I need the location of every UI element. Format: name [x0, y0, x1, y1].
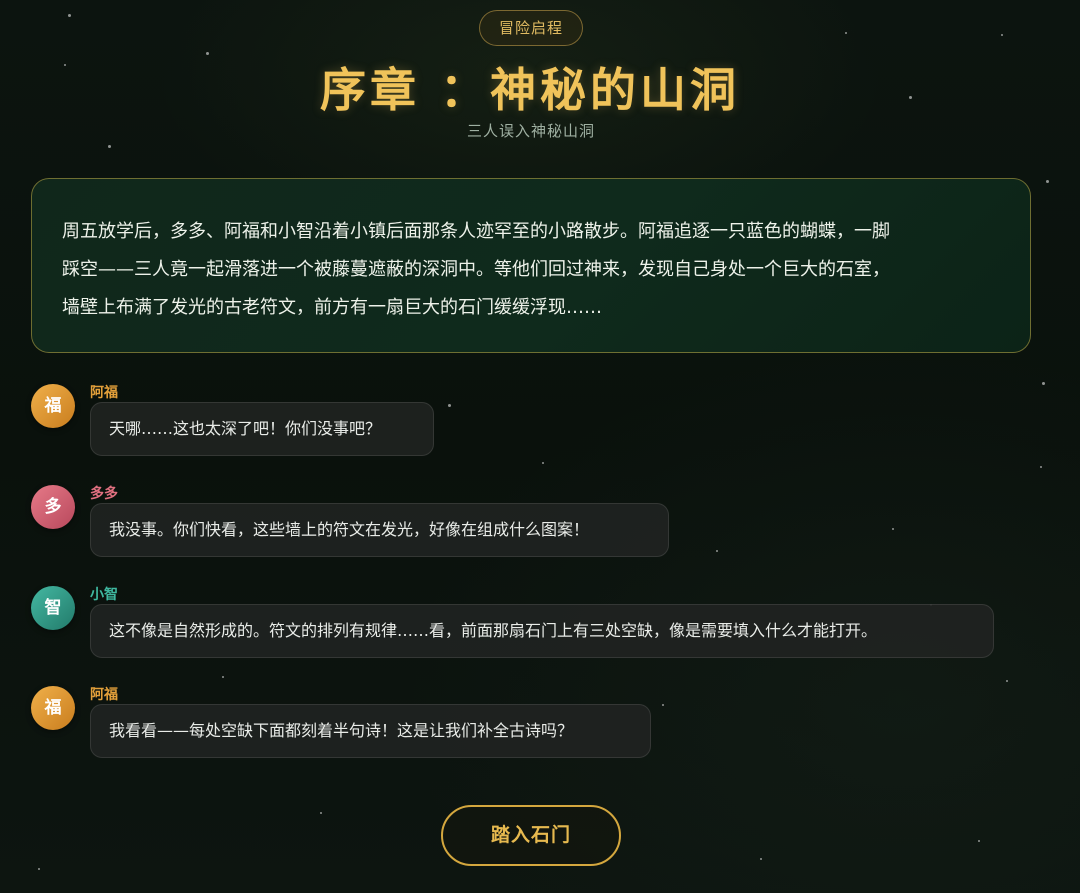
star-decoration — [1001, 34, 1003, 36]
star-decoration — [320, 812, 322, 814]
star-decoration — [1040, 466, 1042, 468]
enter-stone-gate-button[interactable]: 踏入石门 — [441, 805, 621, 866]
star-decoration — [448, 404, 451, 407]
star-decoration — [716, 550, 718, 552]
star-decoration — [845, 32, 847, 34]
afu-avatar: 福 — [31, 384, 75, 428]
story-line: 踩空——三人竟一起滑落进一个被藤蔓遮蔽的深洞中。等他们回过神来，发现自己身处一个… — [62, 259, 890, 280]
speech-bubble: 我看看——每处空缺下面都刻着半句诗！这是让我们补全古诗吗？ — [90, 704, 651, 758]
star-decoration — [108, 145, 111, 148]
star-decoration — [760, 858, 762, 860]
duoduo-avatar: 多 — [31, 485, 75, 529]
star-decoration — [222, 676, 224, 678]
star-decoration — [1046, 180, 1049, 183]
star-decoration — [1006, 680, 1008, 682]
star-decoration — [38, 868, 40, 870]
speech-bubble: 这不像是自然形成的。符文的排列有规律……看，前面那扇石门上有三处空缺，像是需要填… — [90, 604, 994, 658]
story-line: 周五放学后，多多、阿福和小智沿着小镇后面那条人迹罕至的小路散步。阿福追逐一只蓝色… — [62, 221, 890, 242]
speaker-name: 阿福 — [90, 687, 118, 703]
afu-avatar: 福 — [31, 686, 75, 730]
speaker-name: 多多 — [90, 486, 118, 502]
star-decoration — [542, 462, 544, 464]
xiaozhi-avatar: 智 — [31, 586, 75, 630]
star-decoration — [892, 528, 894, 530]
chapter-subtitle: 三人误入神秘山洞 — [466, 122, 595, 140]
chapter-title: 序章 ：神秘的山洞 — [319, 63, 740, 117]
star-decoration — [68, 14, 71, 17]
speech-bubble: 我没事。你们快看，这些墙上的符文在发光，好像在组成什么图案！ — [90, 503, 669, 557]
story-narration-card: 周五放学后，多多、阿福和小智沿着小镇后面那条人迹罕至的小路散步。阿福追逐一只蓝色… — [31, 178, 1031, 353]
speaker-name: 阿福 — [90, 385, 118, 401]
chapter-badge: 冒险启程 — [479, 10, 583, 46]
speech-bubble: 天哪……这也太深了吧！你们没事吧？ — [90, 402, 434, 456]
star-decoration — [1042, 382, 1045, 385]
scene-background: 冒险启程 序章 ：神秘的山洞 三人误入神秘山洞 周五放学后，多多、阿福和小智沿着… — [0, 0, 1080, 893]
speaker-name: 小智 — [90, 587, 118, 603]
star-decoration — [978, 840, 980, 842]
story-line: 墙壁上布满了发光的古老符文，前方有一扇巨大的石门缓缓浮现…… — [62, 297, 602, 318]
star-decoration — [662, 704, 664, 706]
